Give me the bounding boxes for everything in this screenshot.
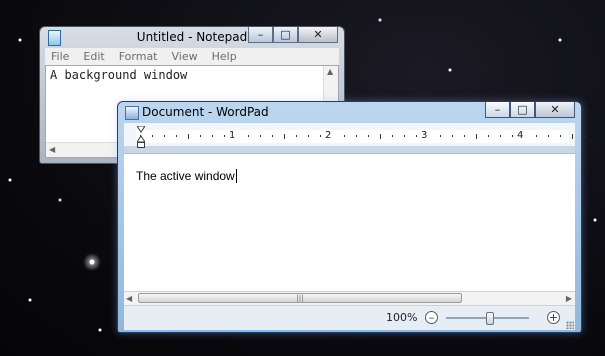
menu-help[interactable]: Help bbox=[212, 50, 237, 63]
notepad-minimize-button[interactable]: – bbox=[248, 27, 273, 43]
close-icon: ✕ bbox=[550, 103, 560, 116]
notepad-window-controls: – □ ✕ bbox=[248, 27, 338, 43]
menu-view[interactable]: View bbox=[172, 50, 198, 63]
ruler-tick bbox=[296, 135, 297, 137]
ruler-tick bbox=[476, 134, 477, 139]
maximize-icon: □ bbox=[280, 28, 291, 41]
wordpad-maximize-button[interactable]: □ bbox=[510, 102, 535, 118]
notepad-maximize-button[interactable]: □ bbox=[273, 27, 298, 43]
ruler-tick bbox=[248, 135, 249, 137]
ruler-tick bbox=[416, 135, 417, 137]
document-area[interactable]: The active window bbox=[124, 154, 575, 291]
ruler-tick bbox=[572, 134, 573, 139]
scroll-left-icon[interactable]: ◀ bbox=[49, 145, 55, 154]
wordpad-window-controls: – □ ✕ bbox=[485, 102, 575, 118]
ruler-tick bbox=[176, 135, 177, 137]
ruler-tick bbox=[260, 135, 261, 137]
scrollbar-grip: ||| bbox=[296, 294, 304, 302]
ruler-tick bbox=[464, 135, 465, 137]
wordpad-app-icon bbox=[125, 106, 139, 120]
ruler-tick bbox=[212, 135, 213, 137]
text-caret bbox=[235, 169, 237, 183]
notepad-content: A background window bbox=[50, 68, 188, 82]
ruler-tick bbox=[404, 135, 405, 137]
close-icon: ✕ bbox=[313, 28, 323, 41]
ruler-tick bbox=[452, 135, 453, 137]
zoom-in-button[interactable]: + bbox=[547, 311, 560, 324]
desktop: { "notepad": { "title": "Untitled - Note… bbox=[0, 0, 605, 356]
ruler-tick bbox=[344, 135, 345, 137]
ruler-tick bbox=[368, 135, 369, 137]
notepad-titlebar[interactable]: Untitled - Notepad – □ ✕ bbox=[40, 27, 344, 47]
ruler-number: 3 bbox=[421, 130, 428, 141]
ruler-tick bbox=[500, 135, 501, 137]
document-content: The active window bbox=[136, 169, 235, 183]
ruler-tick bbox=[380, 134, 381, 139]
status-bar: 100% – + bbox=[124, 305, 575, 330]
wordpad-titlebar[interactable]: Document - WordPad – □ ✕ bbox=[118, 102, 581, 122]
scrollbar-thumb[interactable]: ||| bbox=[138, 293, 462, 303]
ruler-tick bbox=[320, 135, 321, 137]
plus-icon: + bbox=[548, 311, 559, 324]
minimize-icon: – bbox=[494, 103, 501, 116]
minus-icon: – bbox=[428, 311, 435, 324]
minimize-icon: – bbox=[257, 28, 264, 41]
indent-marker-icon[interactable] bbox=[137, 126, 145, 148]
wordpad-minimize-button[interactable]: – bbox=[485, 102, 510, 118]
wordpad-window[interactable]: Document - WordPad – □ ✕ 1 2 3 4 The act… bbox=[117, 101, 585, 333]
ruler-tick bbox=[224, 135, 225, 137]
notepad-app-icon bbox=[48, 30, 61, 46]
ruler-number: 2 bbox=[325, 130, 332, 141]
wordpad-horizontal-scrollbar[interactable]: ◀ ||| ▶ bbox=[124, 291, 575, 305]
zoom-out-button[interactable]: – bbox=[425, 311, 438, 324]
ruler-tick bbox=[356, 135, 357, 137]
maximize-icon: □ bbox=[517, 103, 528, 116]
ruler-number: 4 bbox=[517, 130, 524, 141]
resize-grip-icon[interactable] bbox=[566, 321, 574, 329]
document-text: The active window bbox=[136, 169, 237, 183]
zoom-level: 100% bbox=[386, 311, 418, 324]
ruler-scale: 1 2 3 4 bbox=[136, 130, 585, 143]
ruler-tick bbox=[512, 135, 513, 137]
ruler-tick bbox=[548, 135, 549, 137]
ruler-number: 1 bbox=[229, 130, 236, 141]
notepad-close-button[interactable]: ✕ bbox=[298, 27, 338, 43]
ruler-tick bbox=[200, 135, 201, 137]
menu-file[interactable]: File bbox=[51, 50, 69, 63]
ruler-tick bbox=[152, 135, 153, 137]
zoom-slider-thumb[interactable] bbox=[486, 312, 494, 325]
ruler-margin-shade bbox=[124, 146, 575, 153]
scroll-left-icon[interactable]: ◀ bbox=[126, 294, 132, 303]
menu-format[interactable]: Format bbox=[119, 50, 158, 63]
ruler-tick bbox=[392, 135, 393, 137]
scroll-right-icon[interactable]: ▶ bbox=[566, 294, 572, 303]
ruler-tick bbox=[188, 134, 189, 139]
ruler-tick bbox=[440, 135, 441, 137]
ruler-tick bbox=[584, 135, 585, 137]
ruler-tick bbox=[272, 135, 273, 137]
scroll-up-icon[interactable]: ▲ bbox=[327, 67, 333, 76]
ruler[interactable]: 1 2 3 4 bbox=[124, 123, 585, 154]
ruler-tick bbox=[164, 135, 165, 137]
wordpad-close-button[interactable]: ✕ bbox=[535, 102, 575, 118]
ruler-tick bbox=[488, 135, 489, 137]
ruler-tick bbox=[308, 135, 309, 137]
ruler-tick bbox=[284, 134, 285, 139]
ruler-tick bbox=[560, 135, 561, 137]
ruler-tick bbox=[536, 135, 537, 137]
wordpad-title: Document - WordPad bbox=[142, 105, 269, 119]
menu-edit[interactable]: Edit bbox=[83, 50, 104, 63]
notepad-menubar: File Edit Format View Help bbox=[45, 48, 339, 65]
notepad-title: Untitled - Notepad bbox=[136, 30, 248, 44]
